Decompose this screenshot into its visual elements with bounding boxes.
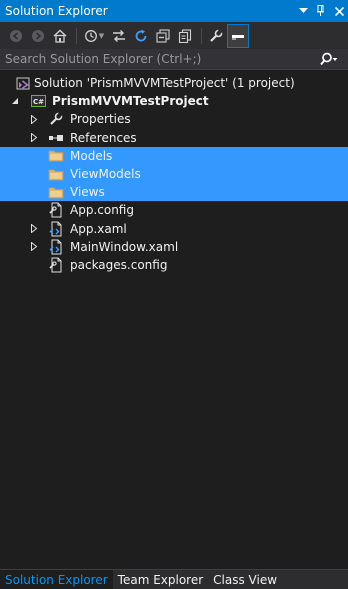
xaml-file-icon [48, 239, 64, 255]
window-title: Solution Explorer [5, 4, 108, 18]
tree-item-label: MainWindow.xaml [70, 239, 179, 254]
collapse-all-icon[interactable] [153, 25, 173, 47]
collapsed-arrow-icon[interactable] [29, 242, 39, 252]
toolbar: ▼ [0, 22, 348, 49]
dropdown-icon[interactable] [294, 1, 312, 21]
tree-item-label: Properties [70, 112, 131, 127]
tab-team-explorer[interactable]: Team Explorer [113, 570, 209, 589]
expanded-arrow-icon[interactable] [10, 96, 20, 106]
search-bar [0, 49, 348, 70]
solution-icon [15, 75, 31, 91]
tree-row-packages-config[interactable]: packages.config [0, 256, 348, 274]
collapsed-arrow-icon[interactable] [29, 114, 39, 124]
tree-row-app-xaml[interactable]: App.xaml [0, 220, 348, 238]
forward-icon[interactable] [28, 25, 48, 47]
references-icon [48, 130, 64, 146]
tree-row-references[interactable]: References [0, 129, 348, 147]
tab-solution-explorer[interactable]: Solution Explorer [0, 570, 113, 589]
config-file-icon [48, 257, 64, 273]
tree-row-solution[interactable]: Solution 'PrismMVVMTestProject' (1 proje… [0, 74, 348, 92]
tree-item-label: ViewModels [70, 167, 141, 182]
tree-row-app-config[interactable]: App.config [0, 201, 348, 219]
history-icon[interactable]: ▼ [81, 25, 107, 47]
tree-item-label: Views [70, 185, 105, 200]
tree-item-label: App.xaml [70, 221, 127, 236]
folder-icon [48, 184, 64, 200]
xaml-file-icon [48, 221, 64, 237]
toolbar-separator [76, 27, 77, 44]
tree-item-label: Models [70, 148, 113, 163]
tree-row-models[interactable]: Models [0, 146, 348, 165]
csharp-project-icon: C# [31, 93, 47, 109]
pin-icon[interactable] [312, 1, 330, 21]
home-icon[interactable] [50, 25, 70, 47]
tree-row-views[interactable]: Views [0, 183, 348, 202]
config-file-icon [48, 202, 64, 218]
tab-class-view[interactable]: Class View [208, 570, 282, 589]
bottom-tab-bar: Solution Explorer Team Explorer Class Vi… [0, 569, 348, 589]
folder-icon [48, 148, 64, 164]
show-all-files-icon[interactable] [175, 25, 195, 47]
project-label: PrismMVVMTestProject [52, 94, 209, 109]
toolbar-separator [201, 27, 202, 44]
sync-icon[interactable] [109, 25, 129, 47]
preview-selected-items-icon[interactable] [227, 23, 249, 48]
wrench-icon [48, 111, 64, 127]
tree-row-viewmodels[interactable]: ViewModels [0, 164, 348, 184]
solution-label: Solution 'PrismMVVMTestProject' (1 proje… [34, 76, 295, 91]
title-bar: Solution Explorer [0, 0, 348, 22]
tree-item-label: packages.config [70, 257, 168, 272]
svg-text:C#: C# [33, 98, 44, 106]
search-icon[interactable] [320, 52, 348, 66]
collapsed-arrow-icon[interactable] [29, 224, 39, 234]
tree-item-label: App.config [70, 203, 134, 218]
search-input[interactable] [0, 49, 320, 69]
properties-wrench-icon[interactable] [206, 25, 226, 47]
tree-item-label: References [70, 130, 137, 145]
tree-row-properties[interactable]: Properties [0, 110, 348, 128]
folder-icon [48, 166, 64, 182]
solution-tree: Solution 'PrismMVVMTestProject' (1 proje… [0, 74, 348, 274]
back-icon[interactable] [6, 25, 26, 47]
collapsed-arrow-icon[interactable] [29, 133, 39, 143]
close-icon[interactable] [330, 1, 348, 21]
tree-row-mainwindow-xaml[interactable]: MainWindow.xaml [0, 238, 348, 256]
tree-row-project[interactable]: C# PrismMVVMTestProject [0, 92, 348, 110]
refresh-icon[interactable] [131, 25, 151, 47]
